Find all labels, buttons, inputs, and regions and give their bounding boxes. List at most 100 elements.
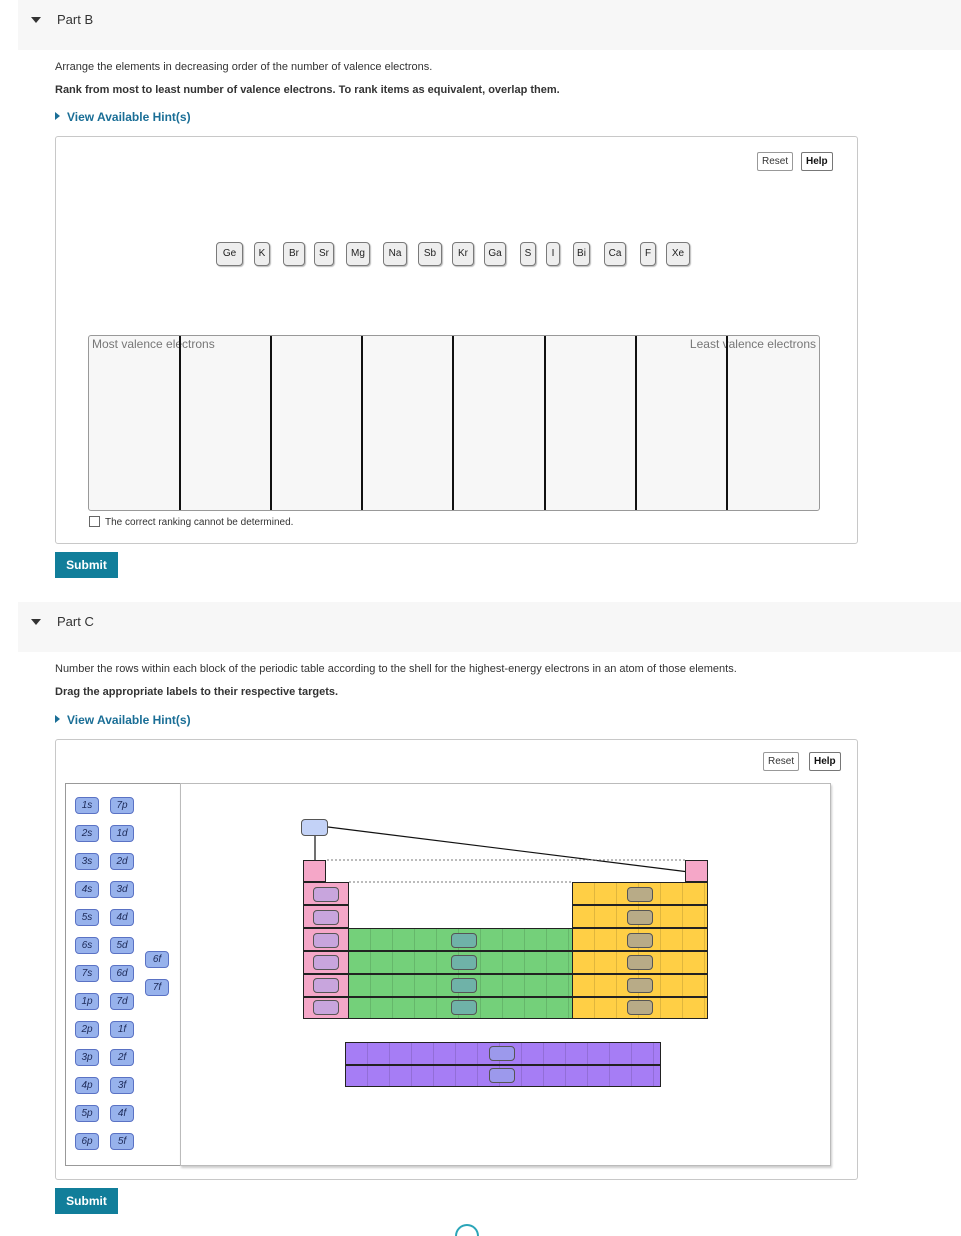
shell-label[interactable]: 7f [145,979,169,996]
shell-label[interactable]: 1f [110,1021,134,1038]
drop-target-p-row-7[interactable] [627,1000,653,1015]
shell-label[interactable]: 3s [75,853,99,870]
drop-target-d-row-6[interactable] [451,978,477,993]
shell-label[interactable]: 4f [110,1105,134,1122]
element-chip[interactable]: Ga [484,242,506,266]
s-block [303,882,349,1019]
shell-label[interactable]: 5p [75,1105,99,1122]
shell-label[interactable]: 4s [75,881,99,898]
shell-label[interactable]: 4d [110,909,134,926]
p-block [572,882,708,1019]
shell-label[interactable]: 1p [75,993,99,1010]
element-chip[interactable]: Ge [216,242,243,266]
shell-label[interactable]: 3d [110,881,134,898]
element-chip[interactable]: F [640,242,656,266]
drop-target-s-row-7[interactable] [313,1000,339,1015]
part-b-title: Part B [57,12,94,27]
element-chip[interactable]: Ca [604,242,626,266]
part-c-title: Part C [57,614,94,629]
element-chip[interactable]: Xe [666,242,690,266]
element-chip[interactable]: S [520,242,536,266]
shell-label[interactable]: 2d [110,853,134,870]
element-chip[interactable]: Mg [346,242,370,266]
shell-label[interactable]: 3p [75,1049,99,1066]
shell-label[interactable]: 6s [75,937,99,954]
element-chip[interactable]: Bi [573,242,590,266]
part-b-instruction-bold: Rank from most to least number of valenc… [55,84,560,96]
part-c-submit-button[interactable]: Submit [55,1188,118,1214]
shell-label[interactable]: 7s [75,965,99,982]
drop-target-f-row-6[interactable] [489,1046,515,1061]
shell-label[interactable]: 4p [75,1077,99,1094]
hint-label: View Available Hint(s) [67,110,191,124]
drop-target-p-row-4[interactable] [627,933,653,948]
drop-target-p-row-5[interactable] [627,955,653,970]
drop-target-p-row-3[interactable] [627,910,653,925]
collapse-caret-icon[interactable] [31,17,41,23]
shell-label[interactable]: 1d [110,825,134,842]
drop-target-f-row-7[interactable] [489,1068,515,1083]
shell-label[interactable]: 2s [75,825,99,842]
element-chip[interactable]: I [546,242,560,266]
part-b-submit-button[interactable]: Submit [55,552,118,578]
shell-label[interactable]: 5s [75,909,99,926]
part-b-help-button[interactable]: Help [801,152,833,171]
rank-divider [544,336,546,510]
rank-divider [452,336,454,510]
cannot-determine-row[interactable]: The correct ranking cannot be determined… [89,516,293,528]
connector-line [327,826,690,873]
drop-target-s-row-3[interactable] [313,910,339,925]
part-c-header[interactable]: Part C [18,602,961,652]
drop-target-s-row-5[interactable] [313,955,339,970]
drop-target-d-row-5[interactable] [451,955,477,970]
part-b-reset-button[interactable]: Reset [757,152,794,171]
shell-label[interactable]: 5f [110,1133,134,1150]
rank-divider [635,336,637,510]
element-chip[interactable]: Sr [314,242,334,266]
shell-label[interactable]: 2p [75,1021,99,1038]
drop-target-s-row-4[interactable] [313,933,339,948]
shell-label[interactable]: 5d [110,937,134,954]
drop-target-p-row-6[interactable] [627,978,653,993]
ranking-drop-zone[interactable]: Most valence electrons Least valence ele… [88,335,820,511]
rank-divider [179,336,181,510]
collapse-caret-icon[interactable] [31,619,41,625]
part-b-header[interactable]: Part B [18,0,961,50]
element-chip[interactable]: Kr [452,242,474,266]
drop-target-d-row-4[interactable] [451,933,477,948]
rank-divider [726,336,728,510]
drop-target-d-row-7[interactable] [451,1000,477,1015]
element-chip[interactable]: Na [383,242,407,266]
shell-label[interactable]: 7d [110,993,134,1010]
drop-target-row-1[interactable] [301,819,328,836]
element-chip[interactable]: Br [283,242,305,266]
helium-cell [685,860,708,882]
shell-label[interactable]: 6f [145,951,169,968]
hydrogen-cell [303,860,326,882]
cannot-determine-label: The correct ranking cannot be determined… [105,517,294,528]
rank-divider [270,336,272,510]
shell-label[interactable]: 7p [110,797,134,814]
part-c-hint-link[interactable]: View Available Hint(s) [55,713,191,727]
shell-label[interactable]: 6d [110,965,134,982]
drop-target-s-row-2[interactable] [313,887,339,902]
part-b-instruction: Arrange the elements in decreasing order… [55,61,433,73]
shell-label[interactable]: 1s [75,797,99,814]
drop-target-s-row-6[interactable] [313,978,339,993]
part-c-instruction-bold: Drag the appropriate labels to their res… [55,686,339,698]
shell-label[interactable]: 6p [75,1133,99,1150]
part-c-help-button[interactable]: Help [809,752,841,771]
element-chip[interactable]: K [254,242,270,266]
shell-label[interactable]: 2f [110,1049,134,1066]
part-c-instruction: Number the rows within each block of the… [55,663,737,675]
hint-label: View Available Hint(s) [67,713,191,727]
drop-target-p-row-2[interactable] [627,887,653,902]
part-c-reset-button[interactable]: Reset [763,752,800,771]
cannot-determine-checkbox[interactable] [89,516,100,527]
periodic-table-canvas [180,783,831,1166]
least-valence-label: Least valence electrons [689,337,816,351]
scroll-indicator-icon [455,1224,479,1236]
shell-label[interactable]: 3f [110,1077,134,1094]
element-chip[interactable]: Sb [418,242,442,266]
part-b-hint-link[interactable]: View Available Hint(s) [55,110,191,124]
